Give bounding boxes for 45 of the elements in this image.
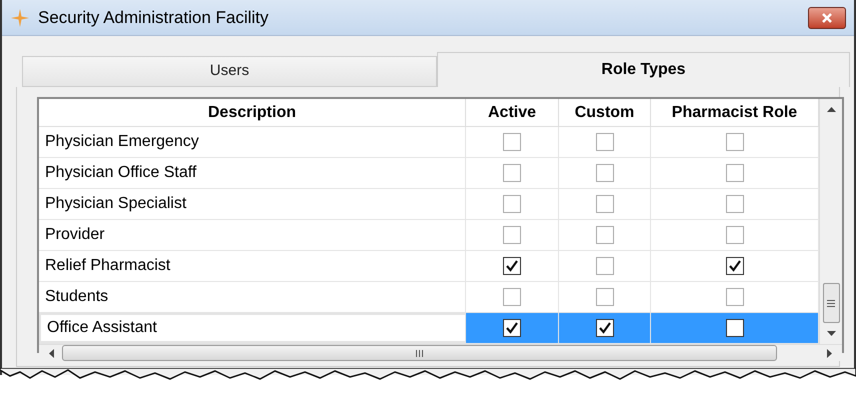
down-arrow-icon (826, 331, 836, 336)
checkbox[interactable] (503, 195, 521, 213)
left-arrow-icon (49, 348, 54, 358)
vertical-scrollbar[interactable] (819, 99, 842, 344)
checkbox[interactable] (596, 288, 614, 306)
star-icon (10, 8, 30, 28)
window-title: Security Administration Facility (38, 6, 269, 29)
checkbox[interactable] (596, 133, 614, 151)
checkbox[interactable] (726, 288, 744, 306)
right-arrow-icon (827, 348, 832, 358)
checkbox[interactable] (503, 319, 521, 337)
table-cell[interactable]: Physician Office Staff (39, 158, 466, 188)
up-arrow-icon (826, 107, 836, 112)
checkbox[interactable] (503, 257, 521, 275)
checkbox[interactable] (726, 257, 744, 275)
close-button[interactable] (808, 6, 846, 28)
checkbox[interactable] (596, 164, 614, 182)
checkbox[interactable] (503, 164, 521, 182)
table-cell[interactable]: Relief Pharmacist (39, 251, 466, 281)
checkbox[interactable] (596, 226, 614, 244)
column-header[interactable]: Description (39, 99, 466, 126)
checkbox[interactable] (503, 133, 521, 151)
table-cell[interactable]: Physician Emergency (39, 127, 466, 157)
checkbox[interactable] (726, 133, 744, 151)
table-cell[interactable]: Physician Specialist (39, 189, 466, 219)
horizontal-scrollbar[interactable] (39, 344, 842, 361)
checkbox[interactable] (596, 195, 614, 213)
tab[interactable]: Role Types (437, 52, 850, 87)
checkbox[interactable] (726, 319, 744, 337)
checkbox[interactable] (726, 226, 744, 244)
column-header[interactable]: Active (466, 99, 559, 126)
scroll-thumb[interactable] (822, 283, 840, 323)
table-cell[interactable]: Students (39, 282, 466, 312)
tab[interactable]: Users (22, 56, 437, 87)
scroll-thumb[interactable] (62, 345, 777, 361)
checkbox[interactable] (503, 288, 521, 306)
checkbox[interactable] (726, 164, 744, 182)
checkbox[interactable] (726, 195, 744, 213)
table-cell[interactable]: Office Assistant (39, 313, 466, 343)
table-cell[interactable]: Provider (39, 220, 466, 250)
checkbox[interactable] (596, 319, 614, 337)
column-header[interactable]: Custom (559, 99, 651, 126)
close-icon (821, 12, 833, 24)
checkbox[interactable] (503, 226, 521, 244)
checkbox[interactable] (596, 257, 614, 275)
